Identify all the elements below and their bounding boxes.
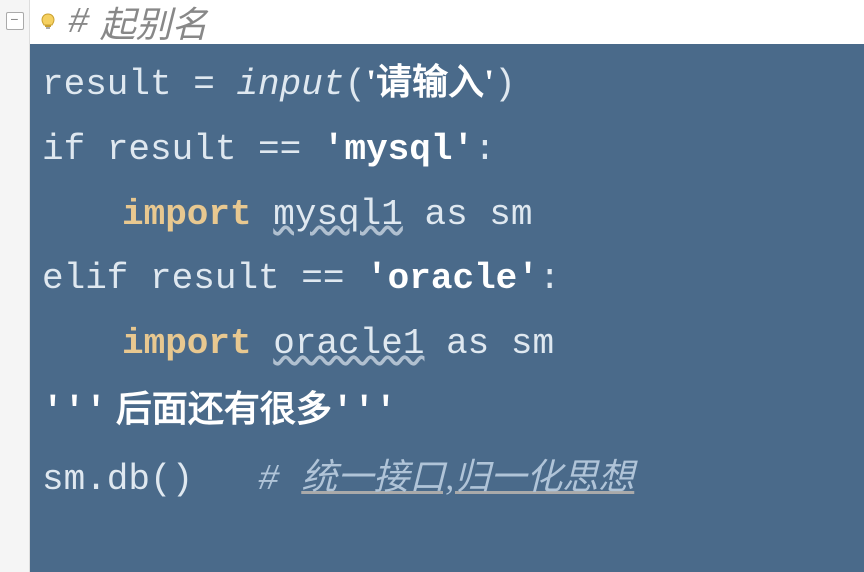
header-line: # 起别名: [30, 0, 864, 44]
fold-toggle-icon[interactable]: −: [6, 12, 24, 30]
kw-import: import: [122, 194, 252, 235]
code-line-5: import oracle1 as sm: [42, 312, 852, 377]
code-line-6: ''' 后面还有很多''': [42, 377, 852, 445]
colon: :: [539, 258, 561, 299]
method-call: sm.db(): [42, 459, 215, 500]
space: [252, 323, 274, 364]
string-mysql: 'mysql': [323, 129, 474, 170]
colon: :: [474, 129, 496, 170]
docstring-text: 后面还有很多: [107, 389, 332, 429]
code-selection[interactable]: result = input('请输入') if result == 'mysq…: [30, 44, 864, 572]
code-builtin-input: input: [236, 64, 344, 105]
triple-quote-open: ''': [42, 391, 107, 432]
mod-mysql1: mysql1: [273, 194, 403, 235]
comment-header-text: 起别名: [100, 0, 208, 48]
paren-open: (: [344, 64, 366, 105]
lightbulb-icon[interactable]: [36, 10, 60, 34]
code-line-1: result = input('请输入'): [42, 50, 852, 118]
editor-gutter: −: [0, 0, 30, 572]
code-assign: result =: [42, 64, 236, 105]
code-area[interactable]: # 起别名 result = input('请输入') if result ==…: [30, 0, 864, 572]
fold-marker-symbol: −: [10, 13, 18, 29]
code-string-prompt: '请输入': [366, 62, 494, 102]
kw-if: if: [42, 129, 85, 170]
cond-text: result ==: [128, 258, 366, 299]
kw-import: import: [122, 323, 252, 364]
kw-elif: elif: [42, 258, 128, 299]
triple-quote-close: ''': [332, 391, 397, 432]
cond-text: result ==: [85, 129, 323, 170]
comment-inline-text: 统一接口,归一化思想: [301, 457, 634, 497]
as-clause: as sm: [403, 194, 533, 235]
code-line-4: elif result == 'oracle':: [42, 247, 852, 312]
string-oracle: 'oracle': [366, 258, 539, 299]
code-editor: − # 起别名 result = input('请输入') if result …: [0, 0, 864, 572]
paren-close: ): [494, 64, 516, 105]
space: [252, 194, 274, 235]
as-clause: as sm: [424, 323, 554, 364]
comment-hash: #: [68, 2, 90, 43]
code-line-3: import mysql1 as sm: [42, 183, 852, 248]
comment-hash-inline: #: [215, 459, 301, 500]
code-line-7: sm.db() # 统一接口,归一化思想: [42, 445, 852, 513]
mod-oracle1: oracle1: [273, 323, 424, 364]
code-line-2: if result == 'mysql':: [42, 118, 852, 183]
